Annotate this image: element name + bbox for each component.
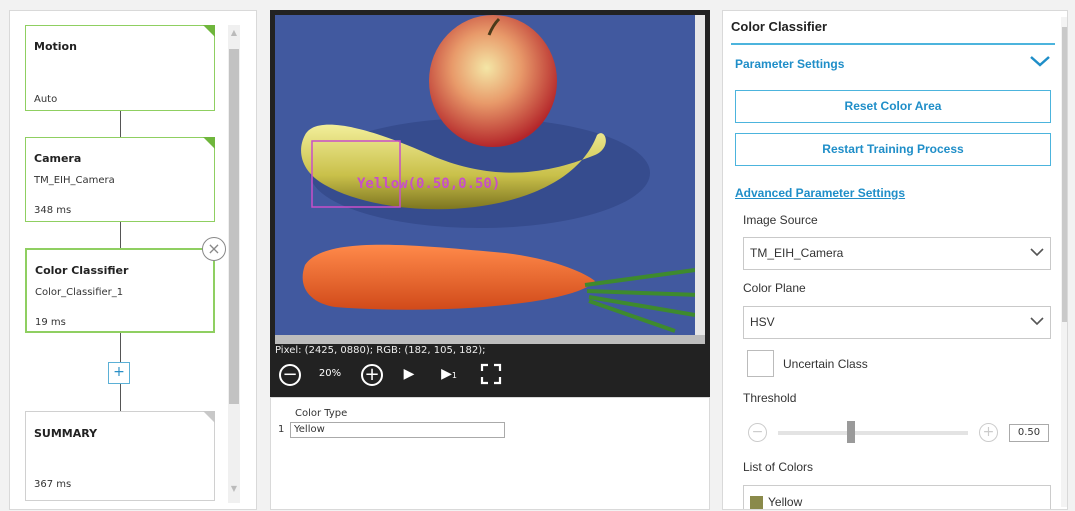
flow-node-motion[interactable]: Motion Auto [25, 25, 215, 111]
camera-image[interactable]: Yellow(0.50,0.50) [275, 15, 705, 335]
pixel-info: Pixel: (2425, 0880); RGB: (182, 105, 182… [275, 345, 486, 356]
title-divider [731, 43, 1055, 45]
node-duration: 367 ms [34, 479, 72, 490]
threshold-value[interactable]: 0.50 [1009, 424, 1049, 442]
node-corner-marker [203, 25, 215, 37]
reset-color-area-button[interactable]: Reset Color Area [735, 90, 1051, 123]
image-viewer: Yellow(0.50,0.50) Pixel: (2425, 0880); R… [270, 10, 710, 397]
node-title: Camera [34, 152, 82, 165]
scroll-down-icon[interactable]: ▼ [228, 483, 240, 495]
color-type-table: Color Type 1 Yellow [270, 397, 710, 510]
flow-node-camera[interactable]: Camera TM_EIH_Camera 348 ms [25, 137, 215, 222]
uncertain-class-label: Uncertain Class [783, 357, 868, 371]
color-plane-value: HSV [750, 315, 775, 329]
scroll-up-icon[interactable]: ▲ [228, 27, 240, 39]
flow-connector [120, 111, 121, 137]
flow-connector [120, 222, 121, 249]
chevron-down-icon [1030, 317, 1044, 326]
settings-panel: Color Classifier Parameter Settings Rese… [722, 10, 1068, 510]
threshold-slider-handle[interactable] [847, 421, 855, 443]
node-title: Color Classifier [35, 264, 129, 277]
color-plane-label: Color Plane [743, 281, 806, 295]
color-name[interactable]: Yellow [768, 495, 802, 509]
produce-image: Yellow(0.50,0.50) [275, 15, 705, 335]
flow-panel: Motion Auto Camera TM_EIH_Camera 348 ms … [9, 10, 257, 510]
node-duration: 348 ms [34, 205, 72, 216]
zoom-level: 20% [318, 368, 342, 379]
node-corner-marker [203, 411, 215, 423]
node-duration: 19 ms [35, 317, 66, 328]
color-plane-select[interactable]: HSV [743, 306, 1051, 339]
image-vertical-scrollbar[interactable] [695, 15, 705, 335]
flow-node-color-classifier[interactable]: Color Classifier Color_Classifier_1 19 m… [25, 248, 215, 333]
zoom-out-icon[interactable]: − [279, 364, 301, 386]
node-title: Motion [34, 40, 77, 53]
roi-label: Yellow(0.50,0.50) [357, 176, 500, 192]
flow-connector [120, 333, 121, 362]
color-swatch [750, 496, 763, 509]
chevron-down-icon[interactable] [1028, 53, 1052, 69]
uncertain-class-checkbox[interactable] [747, 350, 774, 377]
viewer-toolbar: − 20% + ▶ ▶1 [275, 359, 705, 393]
advanced-settings-link[interactable]: Advanced Parameter Settings [735, 186, 905, 200]
node-instance-name: Color_Classifier_1 [35, 287, 124, 298]
remove-node-icon[interactable]: × [202, 237, 226, 261]
fit-screen-icon[interactable] [479, 359, 503, 389]
threshold-decrease-icon[interactable]: − [748, 423, 767, 442]
add-node-icon[interactable]: + [108, 362, 130, 384]
step-icon[interactable]: ▶1 [437, 359, 461, 389]
threshold-increase-icon[interactable]: + [979, 423, 998, 442]
row-index: 1 [278, 424, 285, 435]
flow-connector [120, 384, 121, 411]
node-camera-name: TM_EIH_Camera [34, 175, 115, 186]
list-of-colors-label: List of Colors [743, 460, 814, 474]
flow-scrollbar-thumb[interactable] [229, 49, 239, 404]
zoom-in-icon[interactable]: + [361, 364, 383, 386]
color-type-cell[interactable]: Yellow [290, 422, 505, 438]
table-header: Color Type [295, 408, 348, 419]
restart-training-button[interactable]: Restart Training Process [735, 133, 1051, 166]
parameter-settings-header[interactable]: Parameter Settings [735, 57, 844, 71]
colors-list: Yellow [743, 485, 1051, 509]
image-source-label: Image Source [743, 213, 818, 227]
image-source-select[interactable]: TM_EIH_Camera [743, 237, 1051, 270]
table-row[interactable]: 1 Yellow [278, 422, 506, 438]
threshold-slider-track[interactable] [778, 431, 968, 435]
node-title: SUMMARY [34, 427, 98, 440]
threshold-label: Threshold [743, 391, 797, 405]
chevron-down-icon [1030, 248, 1044, 257]
node-mode: Auto [34, 94, 58, 105]
flow-node-summary[interactable]: SUMMARY 367 ms [25, 411, 215, 501]
image-horizontal-scrollbar[interactable] [275, 335, 705, 344]
play-icon[interactable]: ▶ [399, 359, 419, 389]
node-corner-marker [203, 137, 215, 149]
panel-title: Color Classifier [731, 19, 828, 34]
image-source-value: TM_EIH_Camera [750, 246, 844, 260]
settings-scrollbar-thumb[interactable] [1062, 27, 1067, 322]
